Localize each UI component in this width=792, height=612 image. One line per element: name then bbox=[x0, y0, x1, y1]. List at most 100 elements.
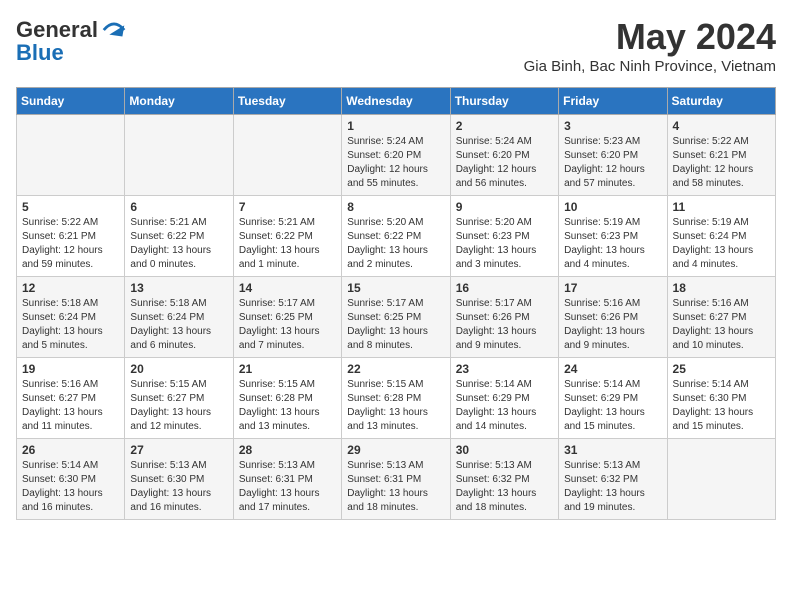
calendar-cell: 6Sunrise: 5:21 AMSunset: 6:22 PMDaylight… bbox=[125, 196, 233, 277]
cell-detail: Sunrise: 5:19 AMSunset: 6:23 PMDaylight:… bbox=[564, 216, 661, 272]
title-block: May 2024 Gia Binh, Bac Ninh Province, Vi… bbox=[524, 16, 776, 75]
day-number: 15 bbox=[347, 281, 444, 295]
day-number: 16 bbox=[456, 281, 553, 295]
calendar-cell: 21 Sunrise: 5:15 AMSunset: 6:28 PMDayligh… bbox=[233, 358, 341, 439]
cell-detail: Sunrise: 5:14 AMSunset: 6:30 PMDaylight:… bbox=[673, 378, 770, 434]
day-number: 24 bbox=[564, 362, 661, 376]
day-number: 30 bbox=[456, 443, 553, 457]
cell-detail: Sunrise: 5:24 AMSunset: 6:20 PMDaylight:… bbox=[456, 135, 553, 191]
cell-detail: Sunrise: 5:17 AMSunset: 6:25 PMDaylight:… bbox=[239, 297, 336, 353]
day-number: 21 bbox=[239, 362, 336, 376]
calendar-cell: 28 Sunrise: 5:13 AMSunset: 6:31 PMDayligh… bbox=[233, 439, 341, 520]
calendar-cell: 14 Sunrise: 5:17 AMSunset: 6:25 PMDayligh… bbox=[233, 277, 341, 358]
cell-detail: Sunrise: 5:13 AMSunset: 6:30 PMDaylight:… bbox=[130, 459, 227, 515]
cell-detail: Sunrise: 5:15 AMSunset: 6:28 PMDaylight:… bbox=[239, 378, 336, 434]
calendar-cell bbox=[17, 115, 125, 196]
cell-detail: Sunrise: 5:22 AMSunset: 6:21 PMDaylight:… bbox=[22, 216, 119, 272]
cell-detail: Sunrise: 5:24 AMSunset: 6:20 PMDaylight:… bbox=[347, 135, 444, 191]
weekday-header-friday: Friday bbox=[559, 88, 667, 115]
calendar-cell: 12 Sunrise: 5:18 AMSunset: 6:24 PMDayligh… bbox=[17, 277, 125, 358]
day-number: 19 bbox=[22, 362, 119, 376]
cell-detail: Sunrise: 5:14 AMSunset: 6:30 PMDaylight:… bbox=[22, 459, 119, 515]
logo-blue-text: Blue bbox=[16, 40, 64, 66]
calendar-cell: 2 Sunrise: 5:24 AMSunset: 6:20 PMDaylight… bbox=[450, 115, 558, 196]
weekday-header-wednesday: Wednesday bbox=[342, 88, 450, 115]
calendar-cell: 3 Sunrise: 5:23 AMSunset: 6:20 PMDaylight… bbox=[559, 115, 667, 196]
day-number: 1 bbox=[347, 119, 444, 133]
day-number: 12 bbox=[22, 281, 119, 295]
calendar-cell: 19Sunrise: 5:16 AMSunset: 6:27 PMDayligh… bbox=[17, 358, 125, 439]
day-number: 25 bbox=[673, 362, 770, 376]
calendar-cell: 24 Sunrise: 5:14 AMSunset: 6:29 PMDayligh… bbox=[559, 358, 667, 439]
logo-icon bbox=[100, 16, 128, 44]
day-number: 28 bbox=[239, 443, 336, 457]
day-number: 3 bbox=[564, 119, 661, 133]
weekday-header-monday: Monday bbox=[125, 88, 233, 115]
cell-detail: Sunrise: 5:19 AMSunset: 6:24 PMDaylight:… bbox=[673, 216, 770, 272]
calendar-cell: 18 Sunrise: 5:16 AMSunset: 6:27 PMDayligh… bbox=[667, 277, 775, 358]
cell-detail: Sunrise: 5:13 AMSunset: 6:31 PMDaylight:… bbox=[239, 459, 336, 515]
day-number: 8 bbox=[347, 200, 444, 214]
calendar-cell: 29 Sunrise: 5:13 AMSunset: 6:31 PMDayligh… bbox=[342, 439, 450, 520]
cell-detail: Sunrise: 5:17 AMSunset: 6:26 PMDaylight:… bbox=[456, 297, 553, 353]
day-number: 5 bbox=[22, 200, 119, 214]
day-number: 2 bbox=[456, 119, 553, 133]
day-number: 14 bbox=[239, 281, 336, 295]
cell-detail: Sunrise: 5:15 AMSunset: 6:27 PMDaylight:… bbox=[130, 378, 227, 434]
calendar-cell: 13Sunrise: 5:18 AMSunset: 6:24 PMDayligh… bbox=[125, 277, 233, 358]
cell-detail: Sunrise: 5:18 AMSunset: 6:24 PMDaylight:… bbox=[130, 297, 227, 353]
calendar-cell: 7Sunrise: 5:21 AMSunset: 6:22 PMDaylight… bbox=[233, 196, 341, 277]
calendar-cell: 31Sunrise: 5:13 AMSunset: 6:32 PMDayligh… bbox=[559, 439, 667, 520]
day-number: 31 bbox=[564, 443, 661, 457]
day-number: 27 bbox=[130, 443, 227, 457]
cell-detail: Sunrise: 5:20 AMSunset: 6:22 PMDaylight:… bbox=[347, 216, 444, 272]
day-number: 10 bbox=[564, 200, 661, 214]
cell-detail: Sunrise: 5:15 AMSunset: 6:28 PMDaylight:… bbox=[347, 378, 444, 434]
calendar-cell: 30Sunrise: 5:13 AMSunset: 6:32 PMDayligh… bbox=[450, 439, 558, 520]
day-number: 7 bbox=[239, 200, 336, 214]
weekday-header-saturday: Saturday bbox=[667, 88, 775, 115]
cell-detail: Sunrise: 5:21 AMSunset: 6:22 PMDaylight:… bbox=[130, 216, 227, 272]
cell-detail: Sunrise: 5:17 AMSunset: 6:25 PMDaylight:… bbox=[347, 297, 444, 353]
calendar-cell: 5 Sunrise: 5:22 AMSunset: 6:21 PMDaylight… bbox=[17, 196, 125, 277]
calendar-week-row: 26 Sunrise: 5:14 AMSunset: 6:30 PMDayligh… bbox=[17, 439, 776, 520]
calendar-cell: 27 Sunrise: 5:13 AMSunset: 6:30 PMDayligh… bbox=[125, 439, 233, 520]
calendar-cell: 20 Sunrise: 5:15 AMSunset: 6:27 PMDayligh… bbox=[125, 358, 233, 439]
calendar-week-row: 12 Sunrise: 5:18 AMSunset: 6:24 PMDayligh… bbox=[17, 277, 776, 358]
calendar-cell bbox=[125, 115, 233, 196]
day-number: 26 bbox=[22, 443, 119, 457]
cell-detail: Sunrise: 5:23 AMSunset: 6:20 PMDaylight:… bbox=[564, 135, 661, 191]
weekday-header-sunday: Sunday bbox=[17, 88, 125, 115]
cell-detail: Sunrise: 5:18 AMSunset: 6:24 PMDaylight:… bbox=[22, 297, 119, 353]
day-number: 17 bbox=[564, 281, 661, 295]
day-number: 11 bbox=[673, 200, 770, 214]
cell-detail: Sunrise: 5:22 AMSunset: 6:21 PMDaylight:… bbox=[673, 135, 770, 191]
cell-detail: Sunrise: 5:16 AMSunset: 6:27 PMDaylight:… bbox=[673, 297, 770, 353]
cell-detail: Sunrise: 5:20 AMSunset: 6:23 PMDaylight:… bbox=[456, 216, 553, 272]
day-number: 20 bbox=[130, 362, 227, 376]
cell-detail: Sunrise: 5:13 AMSunset: 6:31 PMDaylight:… bbox=[347, 459, 444, 515]
calendar-cell: 25 Sunrise: 5:14 AMSunset: 6:30 PMDayligh… bbox=[667, 358, 775, 439]
day-number: 18 bbox=[673, 281, 770, 295]
location-text: Gia Binh, Bac Ninh Province, Vietnam bbox=[524, 58, 776, 75]
day-number: 4 bbox=[673, 119, 770, 133]
calendar-cell: 4 Sunrise: 5:22 AMSunset: 6:21 PMDaylight… bbox=[667, 115, 775, 196]
month-title: May 2024 bbox=[524, 16, 776, 58]
calendar-cell: 16 Sunrise: 5:17 AMSunset: 6:26 PMDayligh… bbox=[450, 277, 558, 358]
calendar-cell: 17Sunrise: 5:16 AMSunset: 6:26 PMDayligh… bbox=[559, 277, 667, 358]
cell-detail: Sunrise: 5:14 AMSunset: 6:29 PMDaylight:… bbox=[564, 378, 661, 434]
calendar-cell: 11 Sunrise: 5:19 AMSunset: 6:24 PMDayligh… bbox=[667, 196, 775, 277]
calendar-week-row: 19Sunrise: 5:16 AMSunset: 6:27 PMDayligh… bbox=[17, 358, 776, 439]
calendar-cell: 23 Sunrise: 5:14 AMSunset: 6:29 PMDayligh… bbox=[450, 358, 558, 439]
logo: General Blue bbox=[16, 16, 128, 66]
day-number: 23 bbox=[456, 362, 553, 376]
calendar-table: SundayMondayTuesdayWednesdayThursdayFrid… bbox=[16, 87, 776, 520]
calendar-cell bbox=[233, 115, 341, 196]
cell-detail: Sunrise: 5:14 AMSunset: 6:29 PMDaylight:… bbox=[456, 378, 553, 434]
day-number: 29 bbox=[347, 443, 444, 457]
calendar-cell: 9Sunrise: 5:20 AMSunset: 6:23 PMDaylight… bbox=[450, 196, 558, 277]
calendar-cell: 8 Sunrise: 5:20 AMSunset: 6:22 PMDaylight… bbox=[342, 196, 450, 277]
day-number: 22 bbox=[347, 362, 444, 376]
calendar-week-row: 1 Sunrise: 5:24 AMSunset: 6:20 PMDaylight… bbox=[17, 115, 776, 196]
calendar-cell: 15 Sunrise: 5:17 AMSunset: 6:25 PMDayligh… bbox=[342, 277, 450, 358]
